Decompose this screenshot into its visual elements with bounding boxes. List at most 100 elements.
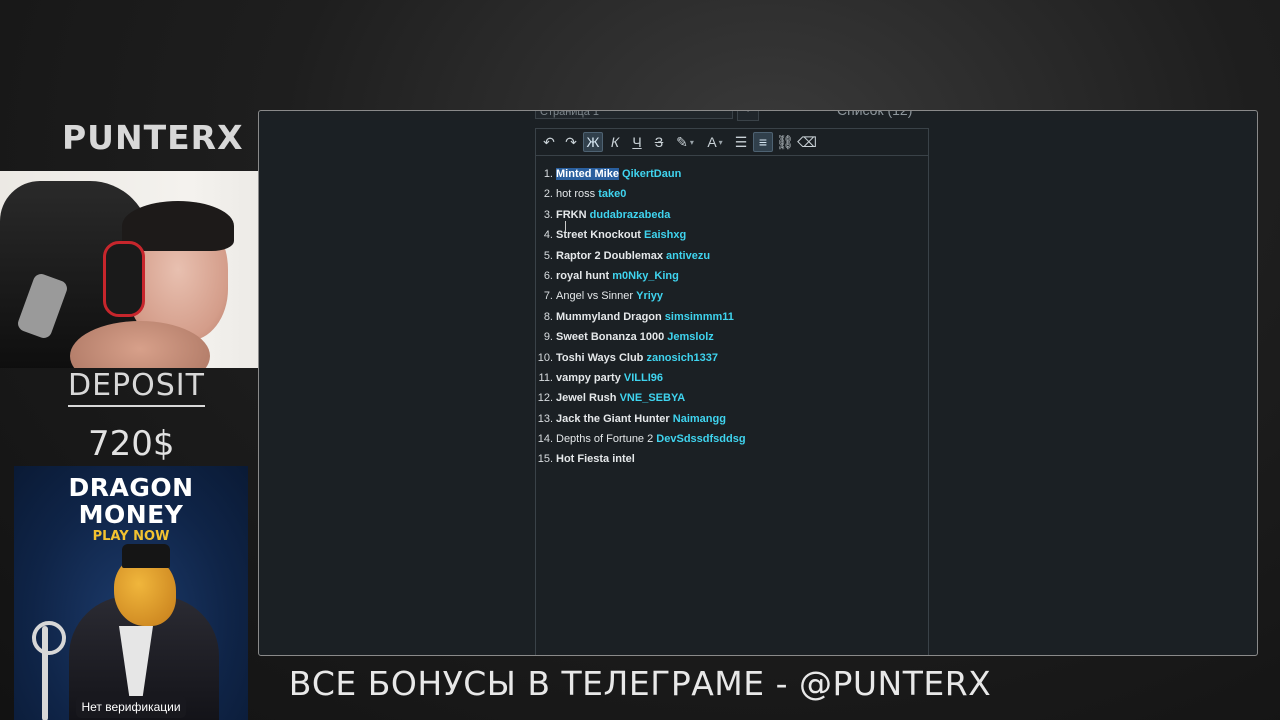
slot-name: Hot Fiesta intel: [556, 453, 635, 466]
username: antivezu: [666, 249, 711, 262]
list-item: 1. Minted Mike QikertDaun: [536, 164, 928, 184]
slot-name: Jack the Giant Hunter: [556, 412, 670, 425]
slot-name: royal hunt: [556, 269, 610, 282]
eraser-icon[interactable]: ⌫: [797, 132, 817, 152]
list-number: 9.: [543, 331, 553, 344]
slot-name: Mummyland Dragon: [556, 310, 662, 323]
text-color-icon[interactable]: A ▾: [701, 132, 729, 152]
bullet-glyph: ☰: [734, 133, 748, 150]
ad-play-now[interactable]: PLAY NOW: [14, 529, 248, 544]
list-number: 14.: [537, 433, 553, 446]
list-item: 14. Depths of Fortune 2 DevSdssdfsddsg: [536, 429, 928, 449]
username: Eaishxg: [644, 229, 687, 242]
strike-glyph: З: [654, 134, 664, 150]
username: Naimangg: [672, 412, 726, 425]
underline-button[interactable]: Ч: [627, 132, 647, 152]
headset: [103, 241, 145, 317]
list-number: 12.: [537, 392, 553, 405]
chevron-down-icon: ▾: [689, 137, 694, 147]
slot-name: FRKN: [556, 208, 587, 221]
eraser-glyph: ⌫: [797, 133, 817, 150]
slot-name: hot ross: [556, 188, 596, 201]
list-item: 15. Hot Fiesta intel: [536, 449, 928, 469]
list-item: 2. hot ross take0: [536, 184, 928, 204]
list-item: 3. FRKN dudabrazabeda: [536, 205, 928, 225]
slot-name: Angel vs Sinner: [556, 290, 634, 303]
list-item: 10. Toshi Ways Club zanosich1337: [536, 348, 928, 368]
list-number: 5.: [543, 249, 553, 262]
cane-icon: [32, 621, 66, 655]
undo-glyph: ↶: [543, 133, 555, 150]
list-number: 7.: [543, 290, 553, 303]
slot-name: vampy party: [556, 371, 621, 384]
deposit-amount: 720$: [88, 424, 175, 464]
list-item: 4. Street Knockout Eaishxg: [536, 225, 928, 245]
undo-icon[interactable]: ↶: [539, 132, 559, 152]
list-item: 11. vampy party VILLI96: [536, 368, 928, 388]
redo-icon[interactable]: ↷: [561, 132, 581, 152]
page-select-field[interactable]: Страница 1: [535, 111, 733, 119]
list-number: 8.: [543, 310, 553, 323]
username: simsimmm11: [664, 310, 734, 323]
list-item: 13. Jack the Giant Hunter Naimangg: [536, 409, 928, 429]
highlight-glyph: ✎: [676, 133, 688, 150]
list-item: 5. Raptor 2 Doublemax antivezu: [536, 246, 928, 266]
list-number: 2.: [543, 188, 553, 201]
username: DevSdssdfsddsg: [656, 433, 746, 446]
bullet-list-icon[interactable]: ☰: [731, 132, 751, 152]
editor-toolbar: ↶ ↷ Ж К Ч З ✎ ▾ A ▾ ☰ ≡ ⛓ ⌫: [536, 129, 928, 156]
list-number: 11.: [538, 371, 553, 384]
deposit-label: DEPOSIT: [68, 368, 205, 407]
ad-title-line1: DRAGON: [68, 473, 194, 502]
italic-button[interactable]: К: [605, 132, 625, 152]
list-number: 10.: [537, 351, 553, 364]
slot-name: Raptor 2 Doublemax: [556, 249, 663, 262]
dragon-mascot-hat: [122, 544, 170, 568]
list-number: 6.: [543, 269, 553, 282]
plus-icon[interactable]: +: [737, 111, 759, 121]
link-glyph: ⛓: [776, 133, 794, 150]
link-icon[interactable]: ⛓: [775, 132, 795, 152]
list-heading: Список (12): [837, 110, 913, 118]
list-number: 1.: [543, 168, 553, 180]
chevron-down-icon: ▾: [718, 137, 723, 147]
list-number: 4.: [543, 229, 553, 242]
list-item: 7. Angel vs Sinner Yriyy: [536, 286, 928, 306]
underline-glyph: Ч: [632, 134, 642, 150]
slot-name: Depths of Fortune 2: [556, 433, 654, 446]
text-cursor-icon: [565, 221, 566, 231]
username: take0: [598, 188, 627, 201]
username: zanosich1337: [646, 351, 719, 364]
list-item: 8. Mummyland Dragon simsimmm11: [536, 307, 928, 327]
bold-button[interactable]: Ж: [583, 132, 603, 152]
list-item: 6. royal hunt m0Nky_King: [536, 266, 928, 286]
text-color-glyph: A: [707, 134, 717, 150]
slot-name: Minted Mike: [556, 168, 619, 180]
username: Yriyy: [636, 290, 664, 303]
slot-name: Street Knockout: [556, 229, 641, 242]
list-item: 12. Jewel Rush VNE_SEBYA: [536, 388, 928, 408]
telegram-banner: ВСЕ БОНУСЫ В ТЕЛЕГРАМЕ - @PUNTERX: [288, 664, 992, 703]
bonus-hunt-list: 1. Minted Mike QikertDaun 2. hot ross take…: [536, 156, 928, 470]
streamer-brand: PUNTERX: [62, 118, 244, 157]
slot-name: Toshi Ways Club: [556, 351, 644, 364]
highlight-icon[interactable]: ✎ ▾: [671, 132, 699, 152]
ad-title: DRAGON MONEY: [14, 474, 248, 528]
shared-screen: Страница 1 + Список (12) ↶ ↷ Ж К Ч З ✎ ▾ …: [258, 110, 1258, 656]
italic-glyph: К: [610, 134, 620, 150]
username: Jemslolz: [667, 331, 714, 344]
strikethrough-button[interactable]: З: [649, 132, 669, 152]
username: m0Nky_King: [612, 269, 679, 282]
slot-name: Sweet Bonanza 1000: [556, 331, 665, 344]
list-item: 9. Sweet Bonanza 1000 Jemslolz: [536, 327, 928, 347]
username: VILLI96: [623, 371, 663, 384]
bold-glyph: Ж: [586, 134, 600, 150]
username: dudabrazabeda: [589, 208, 671, 221]
slot-name: Jewel Rush: [556, 392, 617, 405]
numbered-list-icon[interactable]: ≡: [753, 132, 773, 152]
list-number: 13.: [537, 412, 553, 425]
rich-text-editor[interactable]: ↶ ↷ Ж К Ч З ✎ ▾ A ▾ ☰ ≡ ⛓ ⌫ 1. Minted Mike …: [535, 128, 929, 655]
list-number: 3.: [543, 208, 553, 221]
username: VNE_SEBYA: [619, 392, 686, 405]
list-number: 15.: [537, 453, 553, 466]
